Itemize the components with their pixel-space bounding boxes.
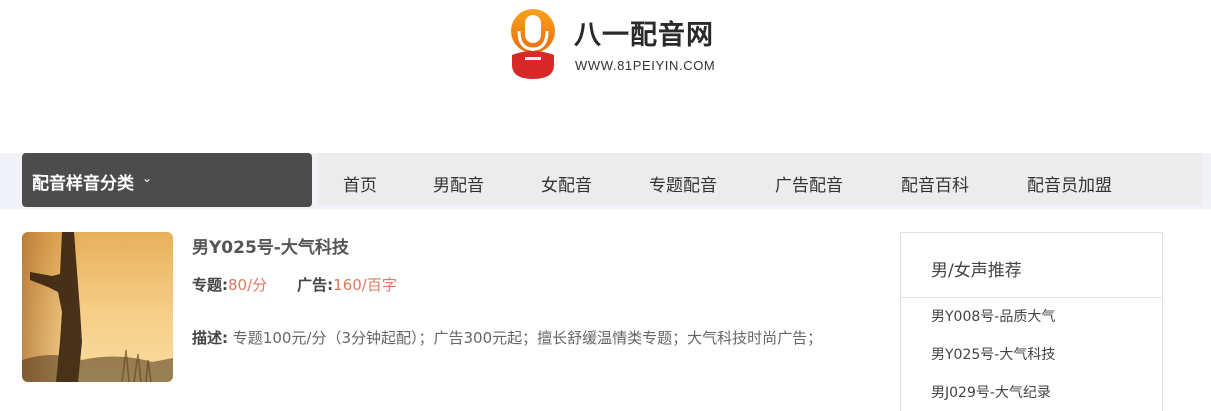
- thumbnail-picture: [22, 232, 173, 382]
- nav-item-join[interactable]: 配音员加盟: [1027, 171, 1112, 196]
- category-dropdown-button[interactable]: 配音样音分类 ⌄: [22, 153, 312, 207]
- voice-thumbnail-image[interactable]: [22, 232, 173, 382]
- price-row: 专题:80/分 广告:160/百字: [192, 274, 397, 295]
- sidebar-link[interactable]: 男J029号-大气纪录: [931, 382, 1051, 402]
- sidebar-link[interactable]: 男Y025号-大气科技: [931, 344, 1055, 364]
- nav-item-ad-voice[interactable]: 广告配音: [775, 171, 843, 196]
- description-text: 专题100元/分（3分钟起配）；广告300元起；擅长舒缓温情类专题；大气科技时尚…: [232, 329, 823, 347]
- sidebar-title: 男/女声推荐: [931, 261, 1022, 281]
- ad-price-value: 160/百字: [333, 276, 397, 294]
- main-menu: 首页 男配音 女配音 专题配音 广告配音 配音百科 配音员加盟: [318, 153, 1201, 205]
- special-price-label: 专题:: [192, 276, 228, 294]
- site-logo[interactable]: 八一配音网 WWW.81PEIYIN.COM: [508, 9, 738, 81]
- nav-item-encyclopedia[interactable]: 配音百科: [901, 171, 969, 196]
- logo-url-text: WWW.81PEIYIN.COM: [575, 58, 716, 73]
- logo-title: 八一配音网: [574, 20, 714, 51]
- nav-item-special-voice[interactable]: 专题配音: [649, 171, 717, 196]
- voice-item-title[interactable]: 男Y025号-大气科技: [192, 233, 349, 258]
- voice-description: 描述: 专题100元/分（3分钟起配）；广告300元起；擅长舒缓温情类专题；大气…: [192, 328, 852, 349]
- sidebar-divider: [901, 297, 1162, 298]
- microphone-logo-icon: [511, 9, 555, 79]
- special-price-value: 80/分: [228, 276, 268, 294]
- sidebar-link[interactable]: 男Y008号-品质大气: [931, 306, 1055, 326]
- recommend-sidebar: 男/女声推荐 男Y008号-品质大气 男Y025号-大气科技 男J029号-大气…: [900, 232, 1163, 411]
- category-label: 配音样音分类: [32, 174, 134, 194]
- chevron-down-icon: ⌄: [142, 171, 153, 185]
- nav-item-male-voice[interactable]: 男配音: [433, 171, 484, 196]
- nav-item-female-voice[interactable]: 女配音: [541, 171, 592, 196]
- nav-item-home[interactable]: 首页: [343, 171, 377, 196]
- description-label: 描述:: [192, 329, 228, 347]
- ad-price-label: 广告:: [297, 276, 334, 294]
